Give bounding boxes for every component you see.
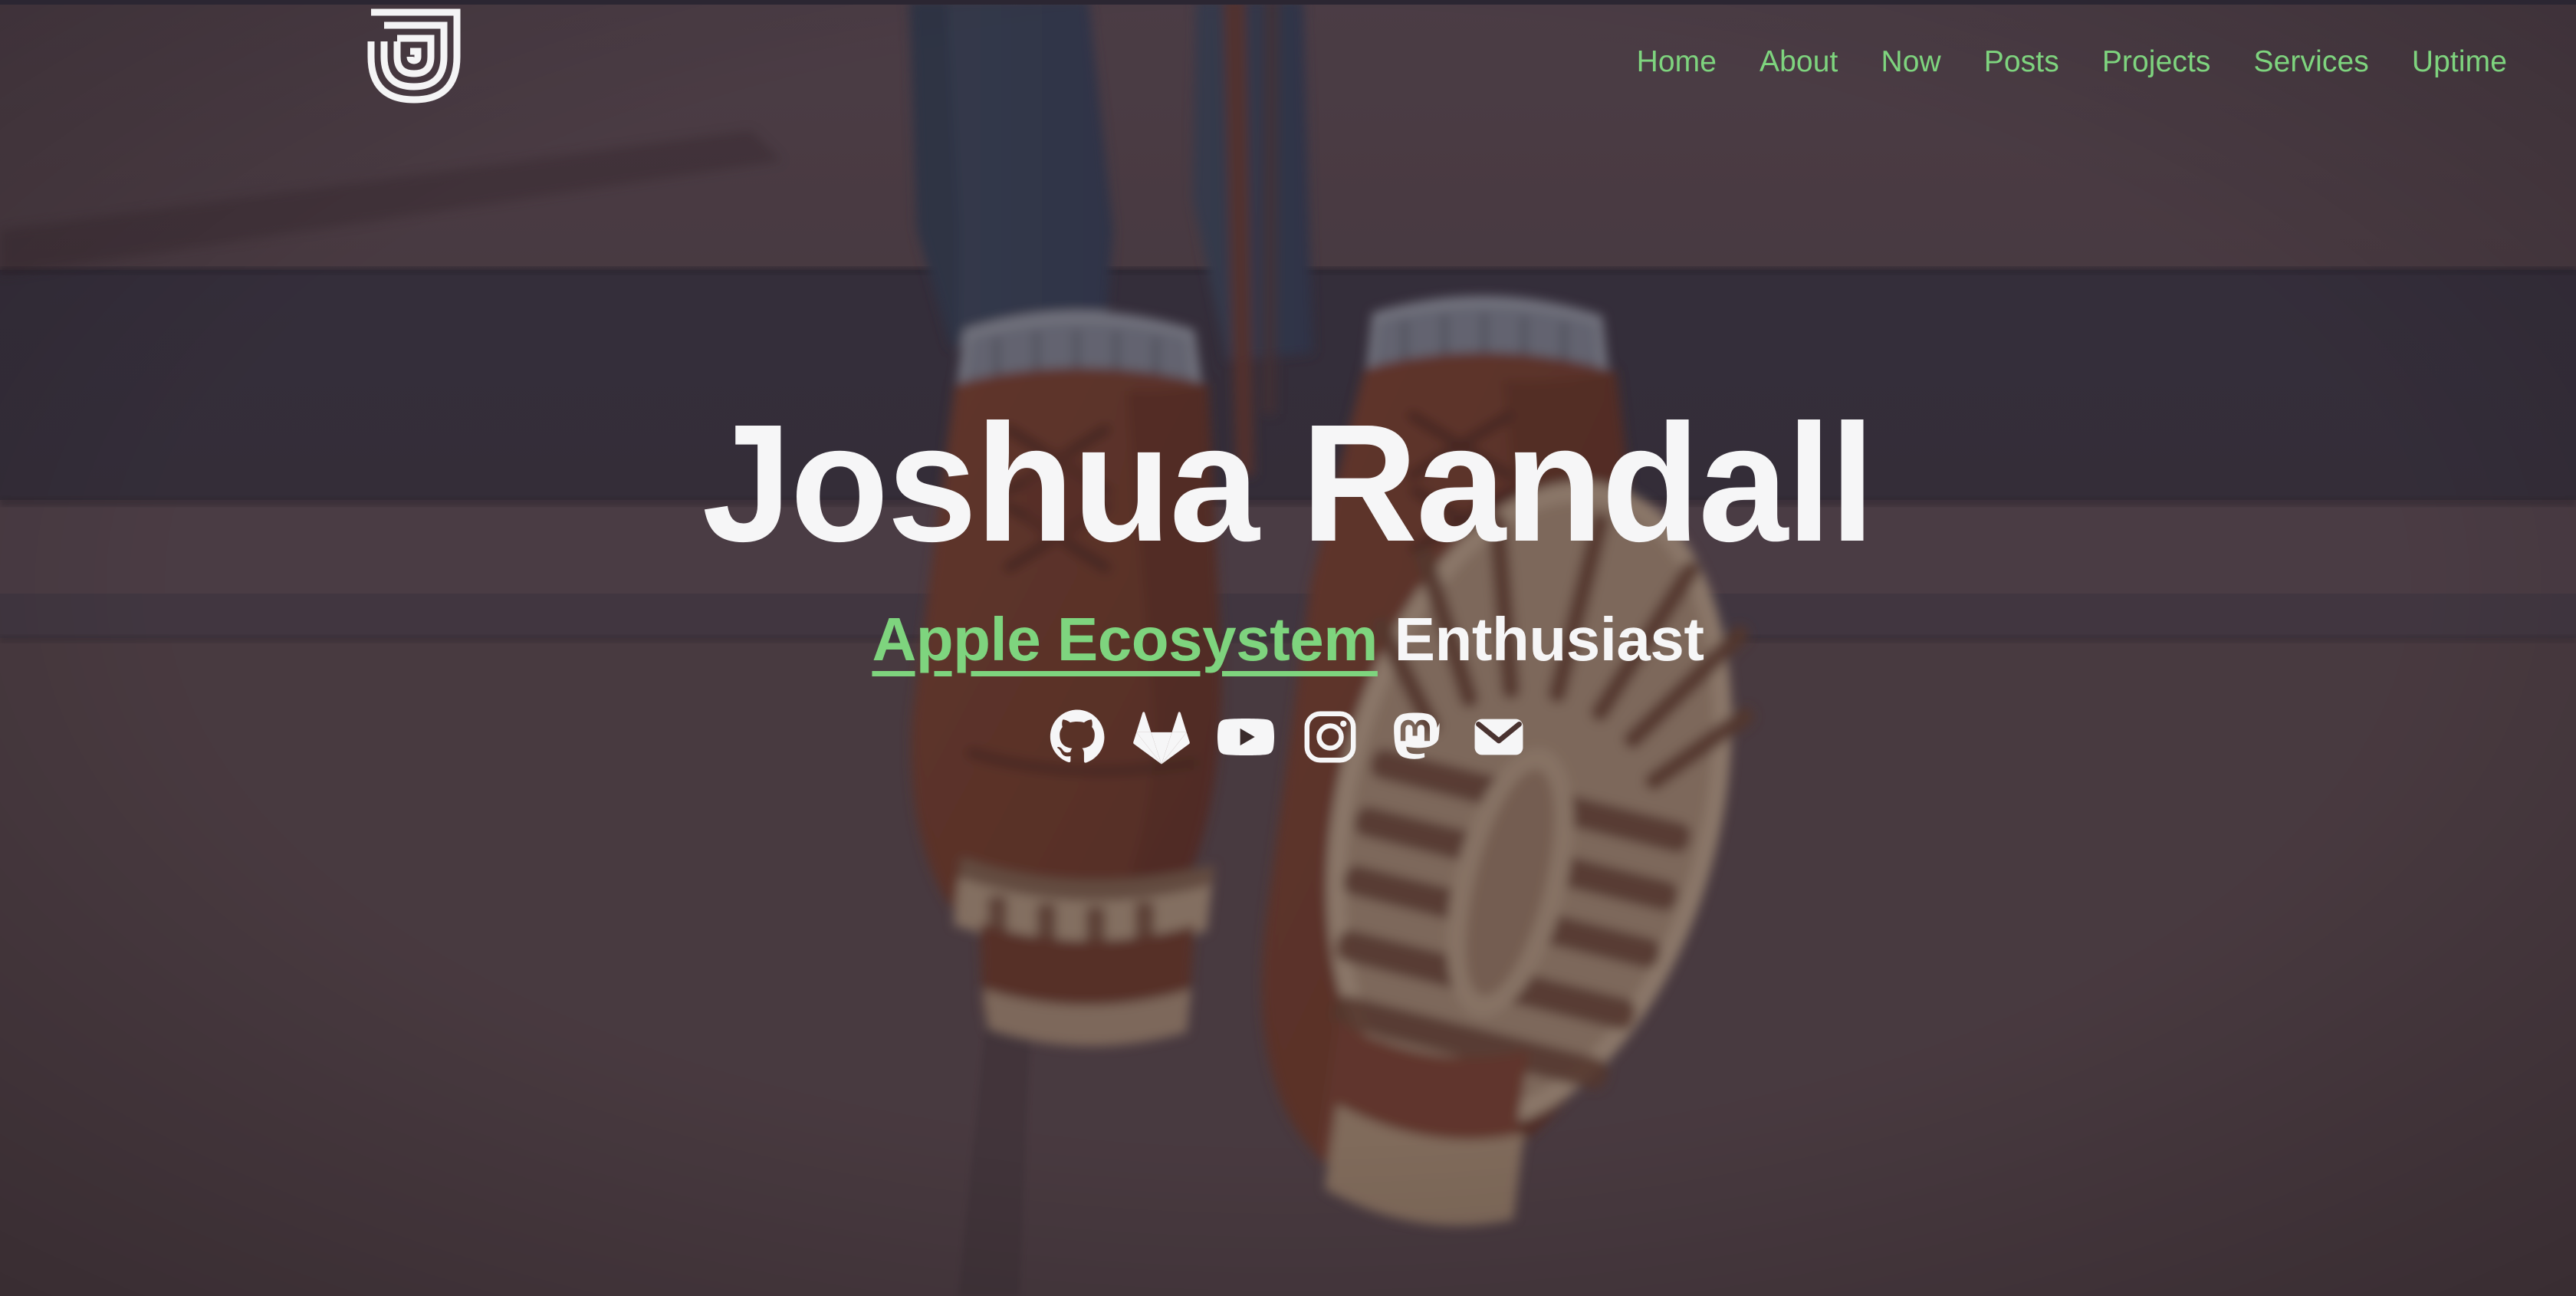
j-monogram-logo-icon <box>367 8 461 104</box>
email-link[interactable] <box>1470 709 1527 765</box>
page-title: Joshua Randall <box>702 390 1875 577</box>
site-header: Home About Now Posts Projects Services U… <box>0 0 2576 123</box>
hero-content: Joshua Randall Apple Ecosystem Enthusias… <box>0 0 2576 1296</box>
mastodon-link[interactable] <box>1386 709 1443 765</box>
hero-tagline-link[interactable]: Apple Ecosystem <box>872 605 1378 673</box>
social-links <box>1049 709 1527 765</box>
nav-item-now[interactable]: Now <box>1859 47 1962 77</box>
email-icon <box>1474 719 1523 755</box>
site-logo-link[interactable] <box>362 6 466 107</box>
gitlab-link[interactable] <box>1133 709 1190 765</box>
nav-item-uptime[interactable]: Uptime <box>2390 47 2528 77</box>
instagram-icon <box>1304 711 1356 763</box>
hero-tagline-suffix: Enthusiast <box>1377 605 1704 673</box>
instagram-link[interactable] <box>1302 709 1359 765</box>
youtube-icon <box>1217 718 1274 756</box>
gitlab-icon <box>1133 712 1190 765</box>
nav-item-about[interactable]: About <box>1738 47 1859 77</box>
youtube-link[interactable] <box>1217 709 1274 765</box>
mastodon-icon <box>1394 712 1440 759</box>
primary-navigation: Home About Now Posts Projects Services U… <box>1615 0 2528 123</box>
nav-item-projects[interactable]: Projects <box>2081 47 2233 77</box>
nav-item-services[interactable]: Services <box>2233 47 2390 77</box>
github-link[interactable] <box>1049 709 1106 765</box>
hero-section: Home About Now Posts Projects Services U… <box>0 0 2576 1296</box>
github-icon <box>1050 709 1105 763</box>
viewport-top-strip <box>0 0 2576 5</box>
nav-item-home[interactable]: Home <box>1615 47 1738 77</box>
hero-tagline: Apple Ecosystem Enthusiast <box>872 607 1704 672</box>
nav-item-posts[interactable]: Posts <box>1963 47 2081 77</box>
